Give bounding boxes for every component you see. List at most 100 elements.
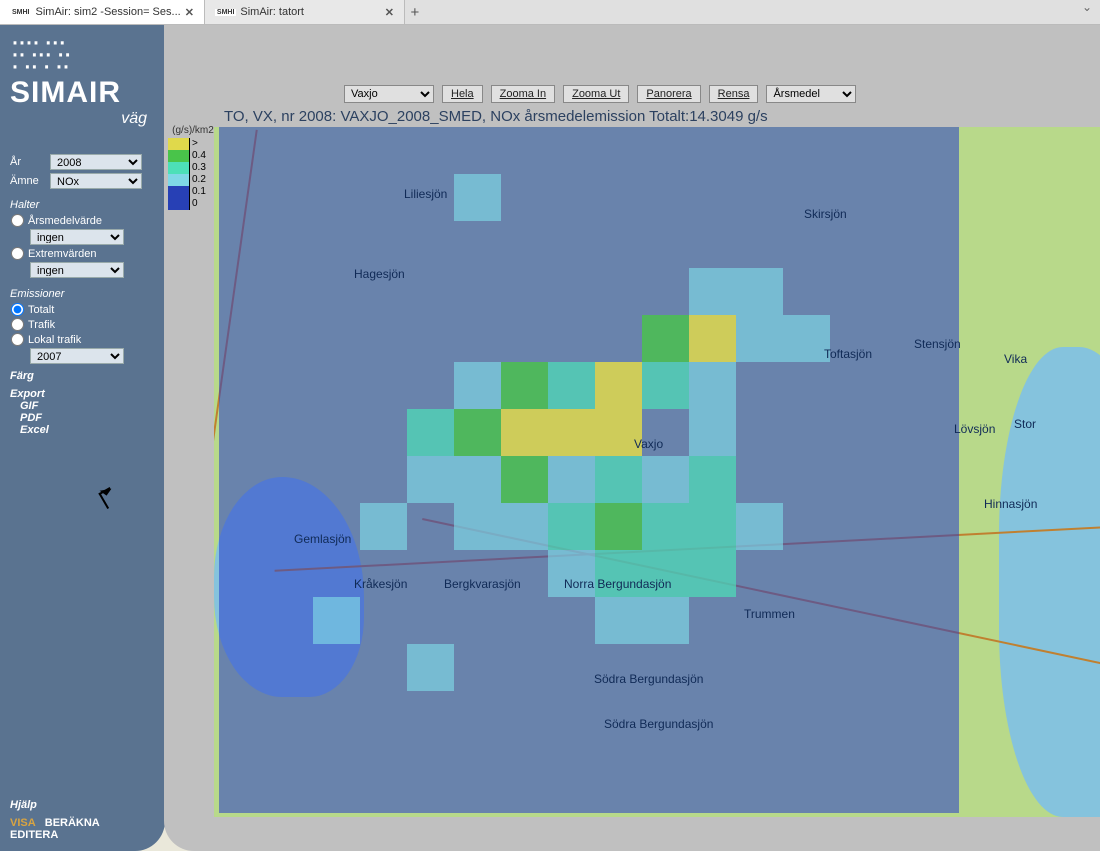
emission-cell: [689, 456, 736, 503]
emission-cell: [595, 362, 642, 409]
emission-cell: [642, 597, 689, 644]
legend-unit: (g/s)/km2: [168, 125, 218, 137]
bottom-links: VISA BERÄKNA EDITERA: [10, 817, 155, 841]
excel-link[interactable]: Excel: [20, 424, 159, 436]
place-label: Kråkesjön: [354, 577, 407, 591]
legend-label: 0.4: [192, 150, 206, 162]
amne-label: Ämne: [10, 175, 44, 187]
legend-row: 0.1: [168, 186, 218, 198]
export-link[interactable]: Export: [10, 388, 159, 400]
farg-link[interactable]: Färg: [10, 370, 159, 382]
emission-cell: [548, 409, 595, 456]
legend-label: 0.1: [192, 186, 206, 198]
trafik-radio[interactable]: [11, 318, 24, 331]
emission-cell: [689, 503, 736, 550]
place-label: Toftasjön: [824, 347, 872, 361]
logo: ···· ····· ··· ··· ·· · ·· SIMAIR väg: [10, 31, 159, 151]
logo-dots-icon: ···· ····· ··· ··· ·· · ··: [10, 36, 159, 72]
halter-title: Halter: [10, 199, 159, 211]
main-panel: Vaxjo Hela Zooma In Zooma Ut Panorera Re…: [164, 25, 1100, 851]
location-select[interactable]: Vaxjo: [344, 85, 434, 103]
lokal-label: Lokal trafik: [28, 334, 81, 346]
emission-cell: [501, 456, 548, 503]
zoomut-button[interactable]: Zooma Ut: [563, 85, 629, 103]
emissioner-title: Emissioner: [10, 288, 159, 300]
chevron-down-icon[interactable]: ⌄: [1074, 0, 1100, 24]
gif-link[interactable]: GIF: [20, 400, 159, 412]
arsmedel-select[interactable]: ingen: [30, 229, 124, 245]
lokal-year-select[interactable]: 2007: [30, 348, 124, 364]
year-select[interactable]: 2008: [50, 154, 142, 170]
extrem-radio[interactable]: [11, 247, 24, 260]
emission-cell: [736, 268, 783, 315]
arsmedel-radio[interactable]: [11, 214, 24, 227]
emission-cell: [689, 268, 736, 315]
emission-cell: [501, 503, 548, 550]
rensa-button[interactable]: Rensa: [709, 85, 759, 103]
tab-tatort[interactable]: SMHI SimAir: tatort ✕: [205, 0, 405, 24]
emission-cell: [454, 503, 501, 550]
close-icon[interactable]: ✕: [185, 6, 194, 19]
pdf-link[interactable]: PDF: [20, 412, 159, 424]
legend-label: 0.3: [192, 162, 206, 174]
legend-row: 0.4: [168, 150, 218, 162]
place-label: Gemlasjön: [294, 532, 351, 546]
emission-cell: [595, 597, 642, 644]
zoomin-button[interactable]: Zooma In: [491, 85, 555, 103]
legend-swatch: [168, 174, 190, 186]
tab-label: SimAir: sim2 -Session= Ses...: [36, 6, 181, 18]
place-label: Norra Bergundasjön: [564, 577, 671, 591]
emission-cell: [689, 315, 736, 362]
emission-cell: [689, 409, 736, 456]
map-canvas[interactable]: LiliesjönHagesjönSkirsjönStensjönToftasj…: [214, 127, 1100, 817]
lokal-radio[interactable]: [11, 333, 24, 346]
visa-link[interactable]: VISA: [10, 817, 36, 829]
berakna-link[interactable]: BERÄKNA: [45, 817, 100, 829]
arsmedel-select[interactable]: Årsmedel: [766, 85, 856, 103]
close-icon[interactable]: ✕: [385, 6, 394, 19]
place-label: Lövsjön: [954, 422, 995, 436]
logo-subtitle: väg: [10, 110, 159, 128]
emission-cell: [642, 456, 689, 503]
totalt-radio[interactable]: [11, 303, 24, 316]
add-tab-button[interactable]: +: [405, 0, 425, 24]
totalt-label: Totalt: [28, 304, 54, 316]
extrem-select[interactable]: ingen: [30, 262, 124, 278]
legend-label: >: [192, 138, 198, 150]
editera-link[interactable]: EDITERA: [10, 829, 58, 841]
emission-cell: [407, 644, 454, 691]
legend-label: 0: [192, 198, 198, 210]
emission-cell: [454, 456, 501, 503]
emission-cell: [407, 409, 454, 456]
emission-cell: [313, 597, 360, 644]
place-label: Södra Bergundasjön: [594, 672, 703, 686]
panorera-button[interactable]: Panorera: [637, 85, 700, 103]
emission-cell: [642, 362, 689, 409]
place-label: Hinnasjön: [984, 497, 1037, 511]
emission-cell: [642, 503, 689, 550]
logo-text: SIMAIR: [10, 76, 159, 110]
place-label: Södra Bergundasjön: [604, 717, 713, 731]
emission-cell: [407, 456, 454, 503]
emission-cell: [736, 456, 783, 503]
hjalp-link[interactable]: Hjälp: [10, 799, 155, 811]
legend-swatch: [168, 198, 190, 210]
tab-label: SimAir: tatort: [240, 6, 304, 18]
emission-cell: [454, 362, 501, 409]
hela-button[interactable]: Hela: [442, 85, 483, 103]
place-label: Skirsjön: [804, 207, 847, 221]
emission-cell: [454, 409, 501, 456]
chart-title: TO, VX, nr 2008: VAXJO_2008_SMED, NOx år…: [224, 108, 768, 125]
emission-cell: [548, 362, 595, 409]
place-label: Trummen: [744, 607, 795, 621]
place-label: Vika: [1004, 352, 1027, 366]
legend-swatch: [168, 150, 190, 162]
legend-swatch: [168, 138, 190, 150]
place-label: Liliesjön: [404, 187, 447, 201]
emission-cell: [501, 362, 548, 409]
tab-sim2[interactable]: SMHI SimAir: sim2 -Session= Ses... ✕: [0, 0, 205, 24]
legend: (g/s)/km2 >0.40.30.20.10: [168, 125, 218, 210]
amne-select[interactable]: NOx: [50, 173, 142, 189]
year-label: År: [10, 156, 44, 168]
extrem-label: Extremvärden: [28, 248, 96, 260]
